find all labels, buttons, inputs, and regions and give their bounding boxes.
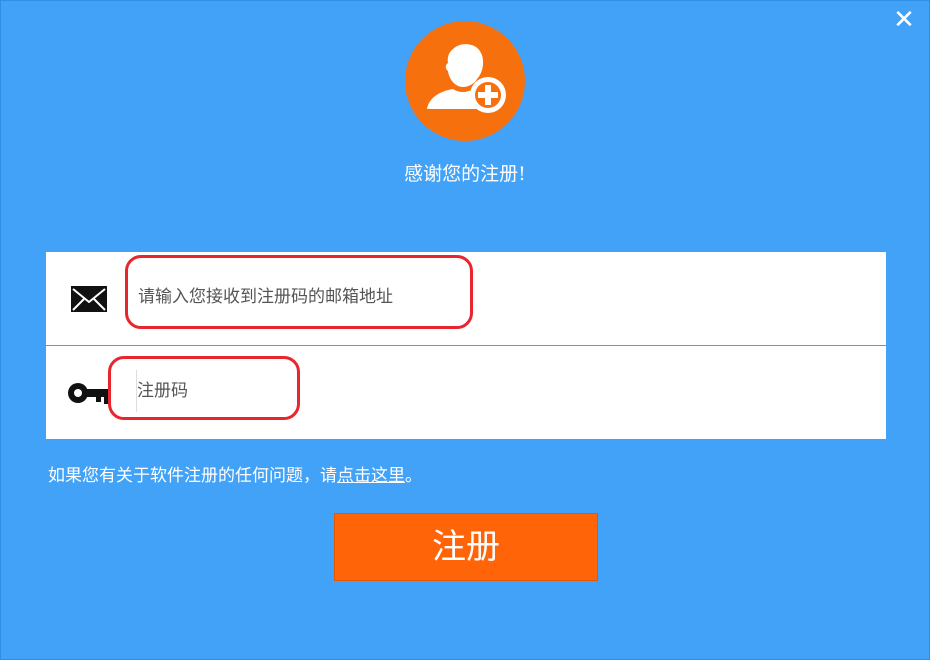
help-text: 如果您有关于软件注册的任何问题，请点击这里。 [48,461,422,486]
registration-code-field[interactable] [136,370,309,412]
register-button[interactable]: 注册 [334,513,598,581]
email-row [46,252,886,346]
code-row [46,346,886,439]
envelope-icon [66,280,112,316]
registration-dialog: ✕ 感谢您的注册! 请输入您接收到注册码的邮箱地址 注册码 如果您有关于软件注册… [0,0,930,660]
key-icon [66,374,112,410]
registration-form [46,252,886,439]
add-user-icon [427,44,506,113]
email-field[interactable] [136,276,470,318]
help-prefix: 如果您有关于软件注册的任何问题，请 [48,466,337,486]
close-button[interactable]: ✕ [893,7,915,33]
help-suffix: 。 [405,466,422,486]
add-user-avatar-icon [405,21,525,141]
help-link[interactable]: 点击这里 [337,466,405,486]
thanks-heading: 感谢您的注册! [404,163,526,185]
